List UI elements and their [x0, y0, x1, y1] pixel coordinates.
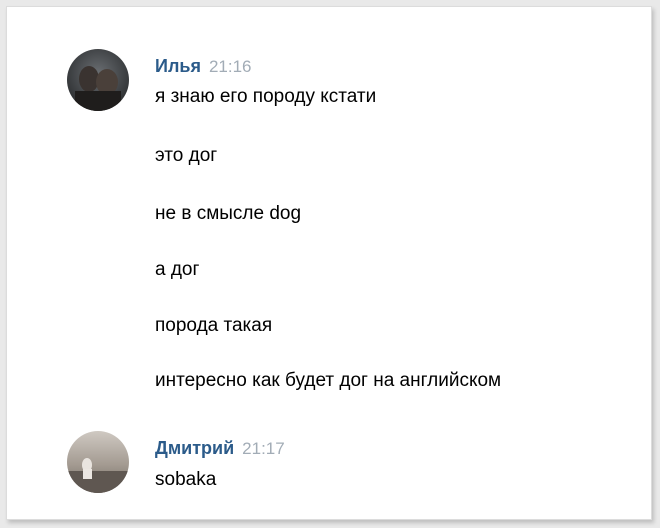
timestamp: 21:16	[208, 57, 252, 76]
message-text: не в смысле dog	[155, 203, 302, 224]
message-text: интересно как будет дог на английском	[155, 370, 502, 391]
chat-window: Илья 21:16 я знаю его породу кстати это д…	[6, 6, 652, 520]
message-text: я знаю его породу кстати	[155, 86, 377, 107]
message-text: это дог	[155, 145, 218, 166]
message-text: порода такая	[155, 315, 273, 336]
user-photo-icon	[67, 49, 129, 111]
message-header: Илья 21:16	[155, 55, 252, 78]
user-photo-icon	[67, 431, 129, 493]
author-name[interactable]: Илья	[155, 56, 201, 76]
timestamp: 21:17	[242, 439, 285, 458]
message-text: а дог	[155, 259, 200, 280]
avatar[interactable]	[67, 49, 129, 111]
avatar[interactable]	[67, 431, 129, 493]
message-text: sobaka	[155, 469, 217, 490]
message-header: Дмитрий 21:17	[155, 437, 285, 460]
author-name[interactable]: Дмитрий	[155, 438, 234, 458]
